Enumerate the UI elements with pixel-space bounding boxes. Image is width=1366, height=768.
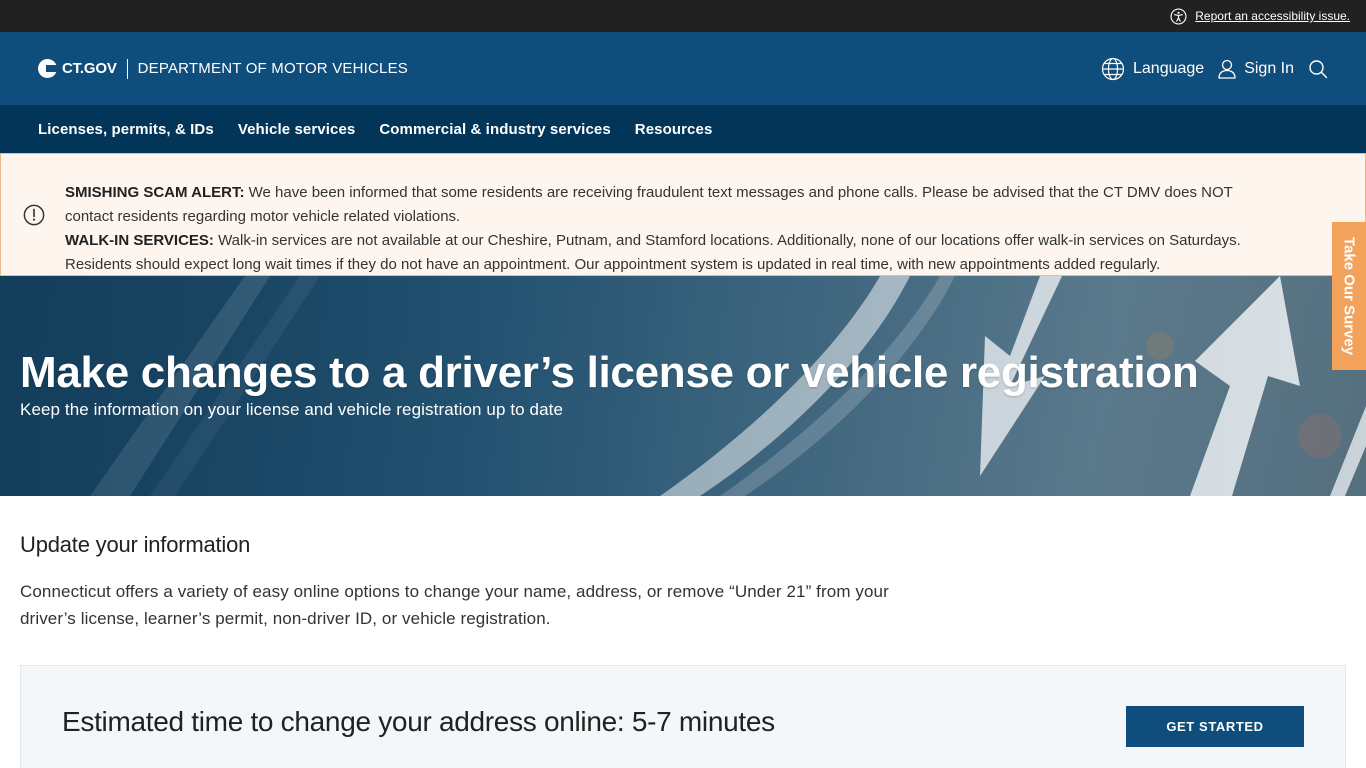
header-actions: Language Sign In (1101, 57, 1328, 81)
nav-item-licenses[interactable]: Licenses, permits, & IDs (38, 121, 214, 138)
nav-item-vehicle-services[interactable]: Vehicle services (238, 121, 356, 138)
language-label: Language (1133, 59, 1205, 77)
accessibility-icon (1170, 7, 1187, 25)
smishing-alert-text-1: We have been informed that some resident… (244, 184, 1233, 201)
take-survey-tab[interactable]: Take Our Survey (1332, 222, 1366, 370)
smishing-alert-text-2: contact residents regarding motor vehicl… (65, 208, 461, 225)
brand[interactable]: CT.GOV DEPARTMENT OF MOTOR VEHICLES (38, 58, 408, 79)
smishing-alert-title: SMISHING SCAM ALERT: (65, 184, 245, 201)
hero-banner: Make changes to a driver’s license or ve… (0, 276, 1366, 496)
walkin-alert-text-1: Walk-in services are not available at ou… (213, 232, 1241, 249)
walkin-alert-line-1: WALK-IN SERVICES: Walk-in services are n… (65, 229, 1365, 253)
estimated-time-text: Estimated time to change your address on… (62, 706, 775, 737)
alert-banner: SMISHING SCAM ALERT: We have been inform… (0, 153, 1366, 276)
main-content: Update your information Connecticut offe… (0, 496, 1366, 768)
ct-logo-icon (38, 59, 57, 78)
main-navigation: Licenses, permits, & IDs Vehicle service… (0, 105, 1366, 153)
department-name[interactable]: DEPARTMENT OF MOTOR VEHICLES (138, 60, 408, 77)
search-icon (1309, 59, 1328, 78)
page-title: Make changes to a driver’s license or ve… (20, 348, 1199, 397)
estimated-time-card: Estimated time to change your address on… (20, 665, 1346, 768)
accessibility-link-label[interactable]: Report an accessibility issue. (1195, 9, 1350, 23)
report-accessibility-link[interactable]: Report an accessibility issue. (1170, 7, 1350, 25)
brand-divider (126, 58, 128, 79)
user-icon (1218, 59, 1236, 79)
utility-bar: Report an accessibility issue. (0, 0, 1366, 32)
walkin-alert-title: WALK-IN SERVICES: (65, 232, 214, 249)
get-started-button[interactable]: GET STARTED (1126, 706, 1304, 747)
sign-in-button[interactable]: Sign In (1218, 59, 1294, 79)
nav-item-resources[interactable]: Resources (635, 121, 713, 138)
globe-icon (1101, 57, 1125, 80)
site-header: CT.GOV DEPARTMENT OF MOTOR VEHICLES Lang… (0, 32, 1366, 105)
ct-gov-logo[interactable]: CT.GOV (38, 59, 117, 78)
smishing-alert-line-2: contact residents regarding motor vehicl… (65, 205, 1365, 229)
walkin-alert-line-2: Residents should expect long wait times … (65, 253, 1365, 275)
update-info-heading: Update your information (20, 532, 251, 557)
smishing-alert-line-1: SMISHING SCAM ALERT: We have been inform… (65, 181, 1365, 205)
sign-in-label: Sign In (1244, 59, 1294, 77)
update-info-description: Connecticut offers a variety of easy onl… (20, 582, 889, 628)
language-button[interactable]: Language (1101, 57, 1204, 81)
search-button[interactable] (1308, 59, 1328, 79)
page-subtitle: Keep the information on your license and… (20, 400, 564, 419)
hero-text: Make changes to a driver’s license or ve… (20, 348, 1199, 420)
nav-item-commercial[interactable]: Commercial & industry services (379, 121, 610, 138)
survey-tab-label: Take Our Survey (1340, 236, 1358, 356)
walkin-alert-text-2: Residents should expect long wait times … (65, 256, 1161, 273)
warning-icon (23, 204, 45, 226)
ct-gov-logo-text: CT.GOV (62, 60, 117, 77)
